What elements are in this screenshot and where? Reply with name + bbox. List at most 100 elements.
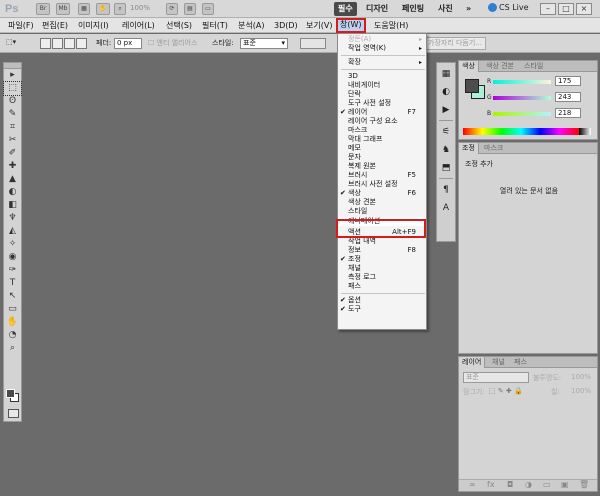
brush-presets-panel-icon[interactable]: ⚟ <box>437 125 455 139</box>
hand-tool-icon[interactable]: ✋ <box>96 3 110 15</box>
clone-source-panel-icon[interactable]: ♞ <box>437 143 455 157</box>
quick-mask-icon[interactable] <box>8 409 19 418</box>
menu-item-history[interactable]: 작업 내역 <box>338 237 426 246</box>
eraser-tool-icon[interactable]: ◧ <box>4 199 21 212</box>
menu-item-paths[interactable]: 패스 <box>338 282 426 291</box>
link-layers-icon[interactable]: ∞ <box>469 480 476 489</box>
menu-edit[interactable]: 편집(E) <box>40 19 70 32</box>
path-selection-tool-icon[interactable]: ↖ <box>4 290 21 303</box>
add-selection-icon[interactable] <box>52 38 63 49</box>
menu-select[interactable]: 선택(S) <box>164 19 194 32</box>
menu-item-brush-presets[interactable]: 브러시 사전 설정 <box>338 180 426 189</box>
tab-masks[interactable]: 마스크 <box>481 143 506 154</box>
shape-tool-icon[interactable]: ▭ <box>4 303 21 316</box>
marquee-tool-icon[interactable]: ⬚ <box>3 81 22 96</box>
menu-item-workspace[interactable]: 작업 영역(K) ▸ <box>338 44 426 53</box>
menu-window[interactable]: 창(W) <box>336 18 366 33</box>
workspace-essentials[interactable]: 필수 <box>334 2 357 16</box>
green-slider[interactable] <box>493 96 551 100</box>
menu-item-brush[interactable]: 브러시 F5 <box>338 171 426 180</box>
rotate-view-icon[interactable]: ⟳ <box>166 3 178 15</box>
type-tool-icon[interactable]: T <box>4 277 21 290</box>
menu-item-3d[interactable]: 3D <box>338 72 426 81</box>
new-layer-icon[interactable]: ▣ <box>561 480 569 489</box>
color-spectrum-bar[interactable] <box>463 128 579 135</box>
menu-item-swatches[interactable]: 색상 견본 <box>338 198 426 207</box>
green-value-input[interactable]: 243 <box>555 92 581 102</box>
mini-bridge-icon[interactable]: Mb <box>56 3 70 15</box>
minimize-button[interactable]: – <box>540 3 556 15</box>
layer-style-icon[interactable]: fx <box>487 480 495 489</box>
menu-item-paragraph[interactable]: 단락 <box>338 90 426 99</box>
menu-help[interactable]: 도움말(H) <box>372 19 410 32</box>
hand-tool-icon[interactable]: ✋ <box>4 316 21 329</box>
screen-mode-icon[interactable]: ▭ <box>202 3 214 15</box>
subtract-selection-icon[interactable] <box>64 38 75 49</box>
delete-layer-icon[interactable]: 🗑 <box>579 480 589 489</box>
menu-item-character[interactable]: 문자 <box>338 153 426 162</box>
red-slider[interactable] <box>493 80 551 84</box>
dodge-tool-icon[interactable]: ✧ <box>4 238 21 251</box>
menu-file[interactable]: 파일(F) <box>6 19 36 32</box>
blend-mode-select[interactable]: 표준 <box>463 372 529 383</box>
menu-item-info[interactable]: 정보 F8 <box>338 246 426 255</box>
width-input[interactable] <box>300 38 326 49</box>
freeform-tool-icon[interactable]: ✑ <box>4 264 21 277</box>
character-panel-icon[interactable]: A <box>437 201 455 215</box>
menu-item-tools[interactable]: ✔ 도구 <box>338 305 426 314</box>
blue-slider[interactable] <box>493 112 551 116</box>
clone-stamp-tool-icon[interactable]: ▲ <box>4 173 21 186</box>
more-workspaces-icon[interactable]: » <box>462 2 475 16</box>
restore-button[interactable]: □ <box>558 3 574 15</box>
menu-item-styles[interactable]: 스타일 <box>338 207 426 216</box>
foreground-color-swatch[interactable] <box>6 389 15 398</box>
tab-layers[interactable]: 레이어 <box>459 357 486 368</box>
tab-adjustments[interactable]: 조정 <box>459 143 479 154</box>
menu-item-options[interactable]: ✔ 옵션 <box>338 296 426 305</box>
menu-item-arrange[interactable]: 정돈(A) ▸ <box>338 35 426 44</box>
tab-channels[interactable]: 채널 <box>489 357 508 368</box>
menu-item-adjustments[interactable]: ✔ 조정 <box>338 255 426 264</box>
menu-item-clone-source[interactable]: 복제 원본 <box>338 162 426 171</box>
history-brush-tool-icon[interactable]: ◐ <box>4 186 21 199</box>
extras-icon[interactable]: ▦ <box>78 3 90 15</box>
menu-item-measurement-log[interactable]: 측정 로그 <box>338 273 426 282</box>
red-value-input[interactable]: 175 <box>555 76 581 86</box>
tool-preset-picker[interactable]: ⬚▾ <box>6 38 16 46</box>
menu-item-navigator[interactable]: 내비게이터 <box>338 81 426 90</box>
antialias-checkbox[interactable]: ☐ 앤티 앨리어스 <box>148 38 197 48</box>
menu-image[interactable]: 이미지(I) <box>76 19 111 32</box>
foreground-color-chip[interactable] <box>465 79 479 93</box>
paragraph-panel-icon[interactable]: ¶ <box>437 183 455 197</box>
move-tool-icon[interactable]: ▸ <box>4 69 21 82</box>
close-button[interactable]: × <box>576 3 592 15</box>
feather-input[interactable]: 0 px <box>114 38 142 49</box>
arrange-documents-icon[interactable]: ▤ <box>184 3 196 15</box>
menu-item-tool-presets[interactable]: 도구 사전 설정 <box>338 99 426 108</box>
new-selection-icon[interactable] <box>40 38 51 49</box>
style-select[interactable]: 표준 ▾ <box>240 38 288 49</box>
new-group-icon[interactable]: ▭ <box>543 480 551 489</box>
tab-color[interactable]: 색상 <box>459 61 479 72</box>
3d-rotate-tool-icon[interactable]: ◔ <box>4 329 21 342</box>
tab-paths[interactable]: 패스 <box>511 357 530 368</box>
history-panel-icon[interactable]: ◐ <box>437 85 455 99</box>
pen-tool-icon[interactable]: ◉ <box>4 251 21 264</box>
eyedropper-tool-icon[interactable]: ✂ <box>4 134 21 147</box>
fill-input[interactable]: 100% <box>571 387 591 395</box>
menu-item-color[interactable]: ✔ 색상 F6 <box>338 189 426 198</box>
blur-tool-icon[interactable]: ◭ <box>4 225 21 238</box>
gradient-tool-icon[interactable]: ♆ <box>4 212 21 225</box>
layer-mask-icon[interactable]: ◘ <box>507 480 513 489</box>
opacity-input[interactable]: 100% <box>571 373 591 381</box>
cs-live-button[interactable]: CS Live <box>488 3 529 12</box>
zoom-tool-icon[interactable]: ⌕ <box>114 3 126 15</box>
menu-analysis[interactable]: 분석(A) <box>236 19 266 32</box>
blue-value-input[interactable]: 218 <box>555 108 581 118</box>
adjustment-layer-icon[interactable]: ◑ <box>525 480 532 489</box>
lasso-tool-icon[interactable]: ʘ <box>4 95 21 108</box>
intersect-selection-icon[interactable] <box>76 38 87 49</box>
menu-item-notes[interactable]: 메모 <box>338 144 426 153</box>
actions-panel-icon[interactable]: ▶ <box>437 103 455 117</box>
workspace-painting[interactable]: 페인팅 <box>398 2 428 16</box>
